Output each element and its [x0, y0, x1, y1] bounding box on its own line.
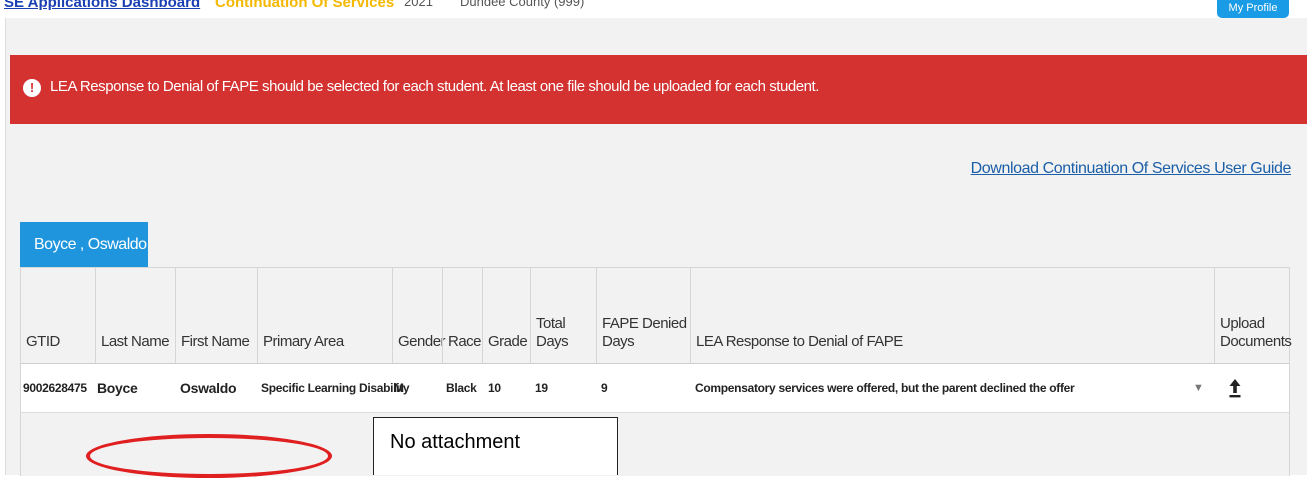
breadcrumb-year: 2021: [404, 0, 433, 9]
header-primary-area: Primary Area: [257, 268, 392, 363]
breadcrumb-district: Dundee County (999): [460, 0, 585, 9]
header-gtid: GTID: [26, 333, 60, 350]
upload-icon[interactable]: [1228, 378, 1242, 398]
header-race: Race: [442, 268, 482, 363]
annotation-ellipse: [86, 434, 332, 478]
error-alert: ! LEA Response to Denial of FAPE should …: [10, 55, 1307, 124]
cell-first-name: Oswaldo: [180, 380, 237, 396]
header-total-days: Total Days: [530, 268, 596, 363]
cell-gender: M: [394, 381, 404, 395]
callout-text: No attachment: [390, 431, 521, 453]
breadcrumb-module: Continuation Of Services: [215, 0, 395, 11]
cell-gtid: 9002628475: [23, 381, 87, 395]
cell-grade: 10: [488, 381, 501, 395]
cell-race: Black: [446, 381, 477, 395]
table-header: GTID Last Name First Name Primary Area G…: [21, 268, 1292, 364]
exclamation-icon: !: [23, 79, 41, 97]
header-last-name: Last Name: [95, 268, 175, 363]
top-breadcrumb-bar: SE Applications Dashboard Continuation O…: [0, 0, 1307, 18]
cell-total-days: 19: [535, 381, 548, 395]
header-lea-response: LEA Response to Denial of FAPE: [690, 268, 1214, 363]
header-gender: Gender: [392, 268, 446, 363]
header-grade: Grade: [482, 268, 530, 363]
user-guide-link[interactable]: Download Continuation Of Services User G…: [971, 160, 1292, 178]
header-first-name: First Name: [175, 268, 257, 363]
cell-fape-denied-days: 9: [601, 381, 608, 395]
profile-button[interactable]: My Profile: [1217, 0, 1289, 18]
annotation-callout: No attachment: [373, 417, 618, 475]
chevron-down-icon[interactable]: ▼: [1193, 364, 1204, 412]
cell-last-name: Boyce: [97, 380, 138, 396]
table-row: 9002628475 Boyce Oswaldo Specific Learni…: [21, 364, 1289, 413]
tab-student[interactable]: Boyce , Oswaldo: [20, 222, 148, 267]
header-fape-denied-days: FAPE Denied Days: [596, 268, 690, 363]
alert-message: LEA Response to Denial of FAPE should be…: [50, 78, 819, 95]
header-upload-documents: Upload Documents: [1214, 268, 1292, 363]
breadcrumb-dashboard-link[interactable]: SE Applications Dashboard: [4, 0, 200, 11]
cell-primary-area: Specific Learning Disability: [261, 381, 410, 395]
lea-response-select[interactable]: Compensatory services were offered, but …: [695, 364, 1075, 412]
